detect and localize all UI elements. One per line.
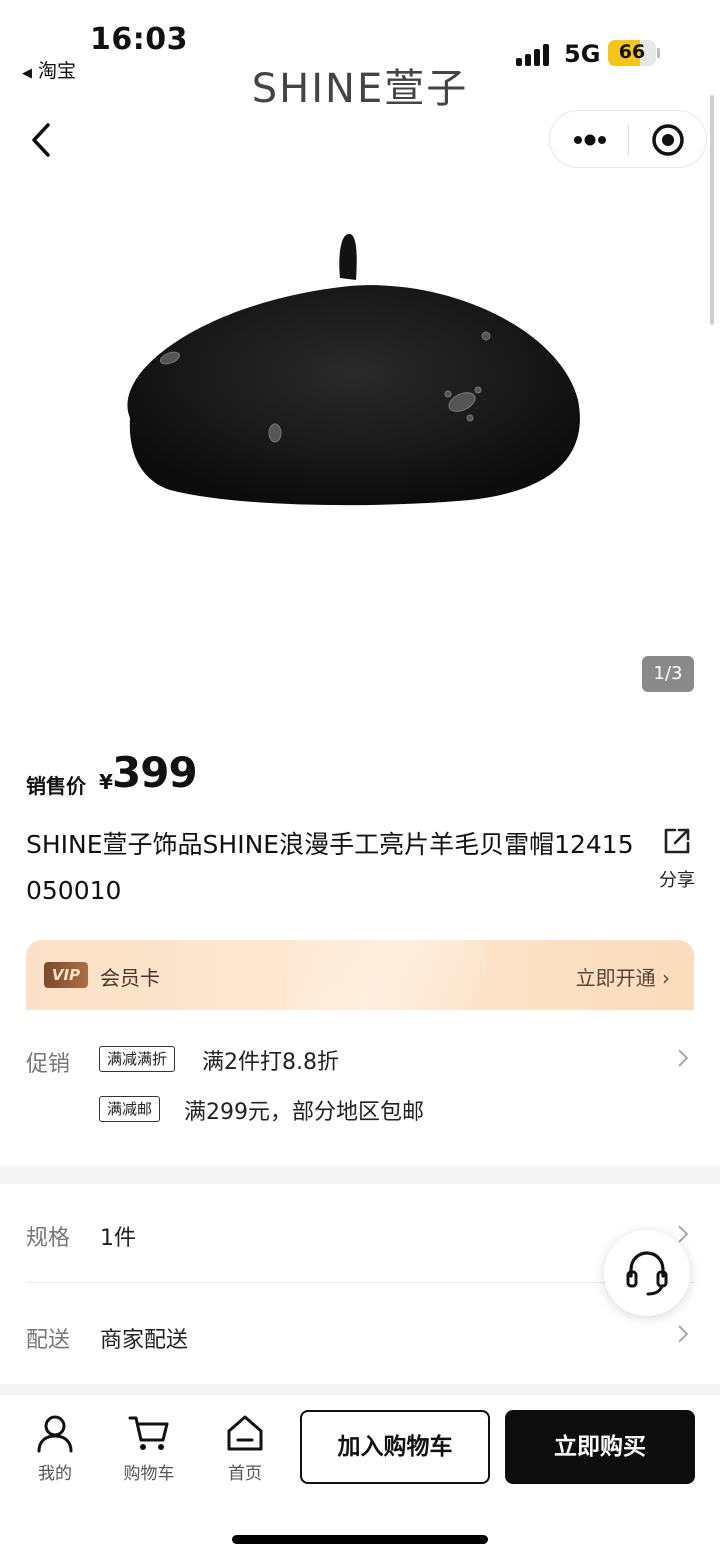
- image-counter: 1/3: [642, 656, 694, 692]
- chevron-right-icon: [678, 1325, 689, 1343]
- tab-label: 首页: [228, 1464, 262, 1484]
- price-amount: 399: [112, 748, 198, 797]
- share-label: 分享: [659, 870, 695, 891]
- chevron-right-icon: [678, 1049, 689, 1067]
- chevron-left-icon: [32, 123, 50, 157]
- price-label: 销售价: [26, 774, 86, 798]
- promo-text: 满299元，部分地区包邮: [184, 1100, 424, 1125]
- spec-label: 规格: [26, 1226, 71, 1251]
- close-mini-program-button[interactable]: [650, 122, 686, 158]
- headset-icon: [626, 1251, 668, 1296]
- home-icon: [227, 1415, 263, 1451]
- user-icon: [37, 1415, 73, 1453]
- cart-icon: [128, 1416, 169, 1450]
- status-time: 16:03: [90, 22, 188, 57]
- product-image-gallery[interactable]: [0, 190, 720, 710]
- spec-value: 1件: [100, 1226, 136, 1251]
- home-indicator: [232, 1535, 488, 1544]
- tab-label: 我的: [38, 1464, 72, 1484]
- tab-home[interactable]: 首页: [215, 1413, 275, 1484]
- capsule-divider: [628, 125, 629, 155]
- product-title: SHINE萱子饰品SHINE浪漫手工亮片羊毛贝雷帽12415050010: [26, 830, 634, 905]
- currency-symbol: ¥: [99, 770, 113, 794]
- vip-badge: VIP: [44, 962, 88, 988]
- more-button[interactable]: [570, 129, 610, 151]
- tab-cart[interactable]: 购物车: [119, 1413, 179, 1484]
- promo-tag: 满减满折: [99, 1046, 176, 1072]
- beret-image: [127, 233, 580, 506]
- promo-text: 满2件打8.8折: [202, 1050, 339, 1075]
- promotion-section[interactable]: 促销 满减满折 满2件打8.8折 满减邮 满299元，部分地区包邮: [0, 1010, 720, 1166]
- mini-program-capsule: [549, 110, 707, 168]
- back-button[interactable]: [24, 118, 64, 162]
- share-button[interactable]: 分享: [650, 826, 704, 896]
- status-bar: 16:03 ◀ 淘宝 5G 66: [0, 0, 720, 82]
- target-circle-icon: [652, 124, 684, 156]
- share-icon: [664, 828, 690, 854]
- more-dots-icon: [574, 134, 606, 146]
- row-divider: [26, 1282, 694, 1283]
- tab-mine[interactable]: 我的: [25, 1413, 85, 1484]
- tab-label: 购物车: [123, 1464, 175, 1484]
- section-divider: [0, 1166, 720, 1184]
- vip-activate-link[interactable]: 立即开通 ›: [576, 962, 670, 991]
- delivery-label: 配送: [26, 1328, 71, 1353]
- vip-membership-banner[interactable]: VIP 会员卡 立即开通 ›: [26, 940, 694, 1010]
- add-to-cart-button[interactable]: 加入购物车: [300, 1410, 490, 1484]
- vip-label: 会员卡: [100, 966, 160, 990]
- customer-service-button[interactable]: [604, 1230, 690, 1316]
- delivery-value: 商家配送: [100, 1328, 189, 1353]
- buy-now-button[interactable]: 立即购买: [505, 1410, 695, 1484]
- brand-logo: SHINE萱子: [251, 66, 469, 112]
- promo-tag: 满减邮: [99, 1096, 161, 1122]
- promo-label: 促销: [26, 1052, 71, 1077]
